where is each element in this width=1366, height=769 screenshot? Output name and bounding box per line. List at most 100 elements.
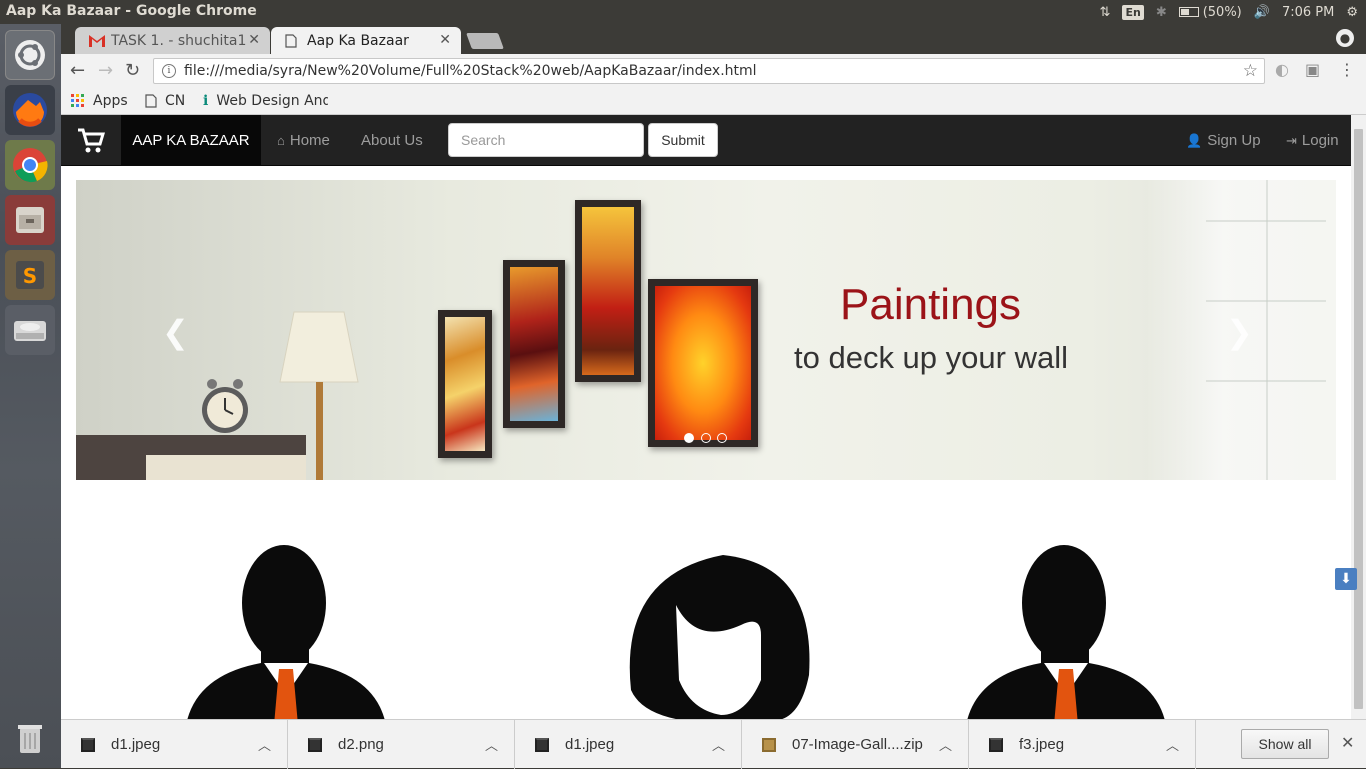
indicator-area: ⇅ En ✱ (50%) 🔊 7:06 PM ⚙: [1100, 0, 1358, 24]
chevron-up-icon[interactable]: ︿: [485, 735, 498, 754]
archive-file-icon: [762, 737, 776, 752]
info-icon: i: [203, 93, 209, 109]
keyboard-layout-indicator[interactable]: En: [1122, 4, 1144, 20]
female-avatar-image: [629, 555, 810, 719]
tab-gmail[interactable]: TASK 1. - shuchita1 ✕: [75, 27, 270, 54]
download-filename: d1.jpeg: [111, 736, 161, 753]
carousel-indicator-1[interactable]: [684, 433, 694, 443]
gmail-icon: [89, 34, 105, 47]
carousel-indicator-3[interactable]: [717, 433, 727, 443]
page-icon: [145, 94, 157, 108]
network-icon[interactable]: ⇅: [1100, 0, 1111, 24]
show-all-button[interactable]: Show all: [1241, 729, 1329, 759]
chrome-window: TASK 1. - shuchita1 ✕ Aap Ka Bazaar ✕ ● …: [61, 24, 1366, 769]
shopping-cart-icon[interactable]: [77, 128, 105, 154]
page-viewport: AAP KA BAZAAR ⌂ Home About Us Search Sub…: [61, 115, 1351, 719]
chevron-up-icon[interactable]: ︿: [258, 735, 271, 754]
profile-icon[interactable]: ●: [1336, 29, 1354, 47]
drive-icon[interactable]: [5, 305, 55, 355]
tab-title: TASK 1. - shuchita1: [111, 32, 247, 49]
menu-icon[interactable]: ⋮: [1339, 60, 1355, 79]
battery-percent: (50%): [1202, 4, 1242, 20]
launcher: S: [0, 24, 61, 768]
nav-signup[interactable]: 👤 Sign Up: [1186, 115, 1261, 166]
painting-frame-3: [575, 200, 641, 382]
tab-strip: TASK 1. - shuchita1 ✕ Aap Ka Bazaar ✕ ●: [61, 24, 1366, 54]
scrollbar-thumb[interactable]: [1354, 129, 1363, 709]
back-arrow-icon[interactable]: ←: [70, 60, 85, 81]
forward-arrow-icon[interactable]: →: [98, 60, 113, 81]
page-scrollbar[interactable]: [1351, 115, 1366, 719]
trash-icon[interactable]: [5, 713, 55, 763]
image-file-icon: [81, 737, 95, 752]
image-file-icon: [989, 737, 1003, 752]
scroll-down-icon[interactable]: ⬇: [1335, 568, 1357, 590]
url-text: file:///media/syra/New%20Volume/Full%20S…: [184, 63, 757, 79]
search-input[interactable]: Search: [448, 123, 644, 157]
extension-icon-2[interactable]: ▣: [1305, 60, 1320, 79]
bookmark-label: CN: [165, 93, 186, 109]
close-icon[interactable]: ✕: [439, 32, 451, 48]
download-item[interactable]: d2.png ︿: [288, 720, 515, 769]
bookmark-apps[interactable]: Apps: [71, 93, 128, 109]
painting-frame-2: [503, 260, 565, 428]
chrome-icon[interactable]: [5, 140, 55, 190]
bookmark-star-icon[interactable]: ☆: [1243, 61, 1258, 81]
download-item[interactable]: d1.jpeg ︿: [515, 720, 742, 769]
battery-icon: [1178, 7, 1199, 17]
volume-icon[interactable]: 🔊: [1254, 0, 1270, 24]
male-avatar-image-2: [967, 545, 1165, 719]
bookmark-web-design[interactable]: i Web Design And: [203, 93, 328, 109]
team-section: [76, 515, 1336, 719]
info-icon[interactable]: i: [162, 64, 176, 78]
clock[interactable]: 7:06 PM: [1282, 0, 1334, 24]
nav-about[interactable]: About Us: [361, 115, 423, 166]
carousel-next-icon[interactable]: ❯: [1226, 313, 1253, 351]
male-avatar-image: [187, 545, 385, 719]
carousel-indicator-2[interactable]: [701, 433, 711, 443]
login-icon: ⇥: [1286, 132, 1297, 148]
tab-aap-ka-bazaar[interactable]: Aap Ka Bazaar ✕: [271, 27, 461, 54]
close-icon[interactable]: ✕: [1341, 733, 1354, 753]
downloads-shelf: d1.jpeg ︿ d2.png ︿ d1.jpeg ︿ 07-Image-Ga…: [61, 719, 1366, 769]
page-icon: [285, 33, 297, 48]
tab-title: Aap Ka Bazaar: [307, 32, 409, 49]
carousel-prev-icon[interactable]: ❮: [162, 313, 189, 351]
address-bar[interactable]: i file:///media/syra/New%20Volume/Full%2…: [153, 58, 1265, 84]
chevron-up-icon[interactable]: ︿: [712, 735, 725, 754]
image-file-icon: [308, 737, 322, 752]
bookmark-cn[interactable]: CN: [145, 93, 185, 109]
chevron-up-icon[interactable]: ︿: [939, 735, 952, 754]
bluetooth-icon[interactable]: ✱: [1156, 0, 1167, 24]
battery-indicator[interactable]: (50%): [1178, 0, 1242, 24]
nav-home[interactable]: ⌂ Home: [277, 115, 330, 166]
bookmarks-bar: Apps CN i Web Design And: [61, 88, 1366, 115]
download-filename: 07-Image-Gall....zip: [792, 736, 923, 753]
chevron-up-icon[interactable]: ︿: [1166, 735, 1179, 754]
extension-icon[interactable]: ◐: [1275, 60, 1289, 79]
window-title: Aap Ka Bazaar - Google Chrome: [6, 3, 257, 19]
nav-login[interactable]: ⇥ Login: [1286, 115, 1339, 166]
carousel: Paintings to deck up your wall ❮ ❯: [76, 180, 1336, 480]
nav-login-label: Login: [1301, 132, 1339, 149]
nav-home-label: Home: [289, 132, 330, 149]
close-icon[interactable]: ✕: [248, 32, 260, 48]
settings-gear-icon[interactable]: ⚙: [1346, 0, 1358, 24]
carousel-subline: to deck up your wall: [794, 340, 1068, 375]
download-item[interactable]: 07-Image-Gall....zip ︿: [742, 720, 969, 769]
sublime-text-icon[interactable]: S: [5, 250, 55, 300]
submit-button[interactable]: Submit: [648, 123, 718, 157]
painting-frame-4: [648, 279, 758, 447]
download-filename: f3.jpeg: [1019, 736, 1065, 753]
ubuntu-dash-icon[interactable]: [5, 30, 55, 80]
new-tab-button[interactable]: [466, 33, 504, 49]
site-brand[interactable]: AAP KA BAZAAR: [121, 115, 261, 166]
files-icon[interactable]: [5, 195, 55, 245]
firefox-icon[interactable]: [5, 85, 55, 135]
reload-icon[interactable]: ↻: [125, 60, 140, 81]
download-item[interactable]: f3.jpeg ︿: [969, 720, 1196, 769]
painting-frame-1: [438, 310, 492, 458]
home-icon: ⌂: [277, 133, 285, 148]
download-item[interactable]: d1.jpeg ︿: [61, 720, 288, 769]
clock-image: [202, 379, 248, 433]
